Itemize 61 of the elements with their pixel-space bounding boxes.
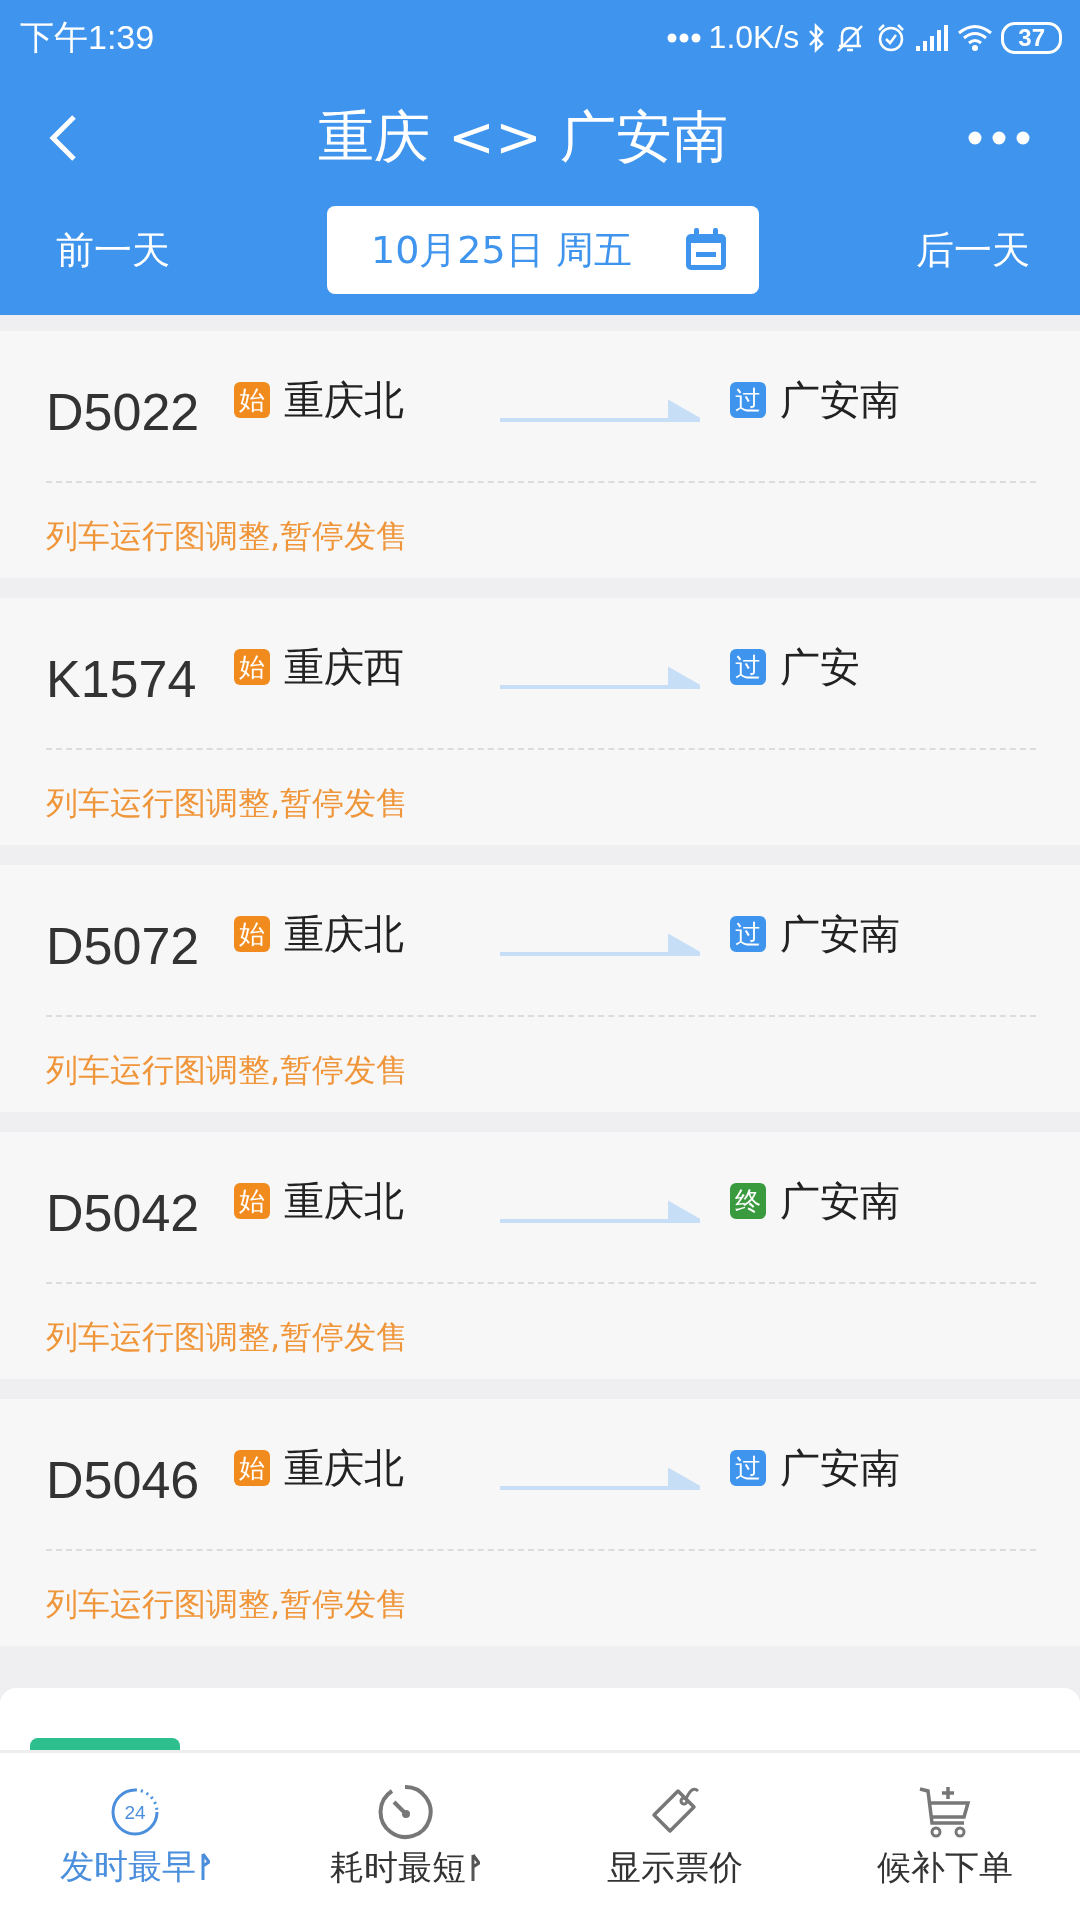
sort-tab[interactable]: 显示票价: [540, 1782, 810, 1891]
station-name: 广安南: [780, 1443, 900, 1493]
station-name: 重庆北: [284, 909, 404, 959]
sale-notice: 列车运行图调整,暂停发售: [46, 1317, 410, 1358]
network-speed: 1.0K/s: [708, 19, 800, 56]
train-number: D5046: [46, 1450, 201, 1510]
arrow-icon: [500, 1200, 700, 1226]
sale-notice: 列车运行图调整,暂停发售: [46, 1584, 410, 1625]
arrow-icon: [500, 399, 700, 425]
sort-label: 候补下单: [877, 1845, 1013, 1889]
train-card[interactable]: D5046 始 重庆北 过 广安南 列车运行图调整,暂停发售: [0, 1399, 1080, 1646]
station-tag: 过: [730, 649, 766, 685]
train-number: D5072: [46, 916, 201, 976]
station-name: 重庆西: [284, 642, 404, 692]
train-card[interactable]: D5072 始 重庆北 过 广安南 列车运行图调整,暂停发售: [0, 865, 1080, 1112]
train-card[interactable]: K1574 始 重庆西 过 广安 列车运行图调整,暂停发售: [0, 598, 1080, 845]
arrow-icon: [500, 666, 700, 692]
arrow-icon: [500, 933, 700, 959]
back-icon[interactable]: [48, 113, 78, 162]
sort-arrow-icon: [470, 1852, 480, 1883]
station-name: 重庆北: [284, 1176, 404, 1226]
sort-label: 发时最早: [60, 1844, 196, 1888]
more-icon[interactable]: [968, 130, 1030, 145]
timer-icon: [376, 1782, 434, 1841]
train-number: D5042: [46, 1183, 201, 1243]
bluetooth-icon: [807, 21, 826, 54]
sort-label: 耗时最短: [330, 1845, 466, 1889]
sale-notice: 列车运行图调整,暂停发售: [46, 783, 410, 824]
sort-tab[interactable]: 候补下单: [810, 1782, 1080, 1891]
station-tag: 始: [234, 382, 270, 418]
station-tag: 过: [730, 1450, 766, 1486]
station-tag: 始: [234, 649, 270, 685]
station-tag: 终: [730, 1183, 766, 1219]
sort-label: 显示票价: [607, 1845, 743, 1889]
station-name: 广安南: [780, 1176, 900, 1226]
calendar-icon: [683, 227, 729, 273]
wifi-icon: [957, 23, 994, 52]
station-tag: 始: [234, 1450, 270, 1486]
sort-arrow-icon: [200, 1851, 210, 1882]
train-card[interactable]: D5042 始 重庆北 终 广安南 列车运行图调整,暂停发售: [0, 1132, 1080, 1379]
route-title: 重庆 <> 广安南: [318, 102, 728, 171]
train-card[interactable]: D5022 始 重庆北 过 广安南 列车运行图调整,暂停发售: [0, 331, 1080, 578]
station-tag: 始: [234, 916, 270, 952]
station-name: 广安南: [780, 375, 900, 425]
signal-icon: [915, 23, 950, 52]
train-number: K1574: [46, 649, 198, 709]
station-name: 广安: [780, 642, 860, 692]
station-tag: 过: [730, 916, 766, 952]
sale-notice: 列车运行图调整,暂停发售: [46, 1050, 410, 1091]
train-number: D5022: [46, 382, 201, 442]
station-name: 重庆北: [284, 375, 404, 425]
sale-notice: 列车运行图调整,暂停发售: [46, 516, 410, 557]
station-name: 重庆北: [284, 1443, 404, 1493]
arrow-icon: [500, 1467, 700, 1493]
station-name: 广安南: [780, 909, 900, 959]
status-time: 下午1:39: [20, 16, 155, 58]
sort-tab[interactable]: 耗时最短: [270, 1782, 540, 1891]
station-tag: 始: [234, 1183, 270, 1219]
more-dots-icon: [666, 32, 701, 43]
station-tag: 过: [730, 382, 766, 418]
battery-indicator: 37: [1001, 21, 1062, 54]
